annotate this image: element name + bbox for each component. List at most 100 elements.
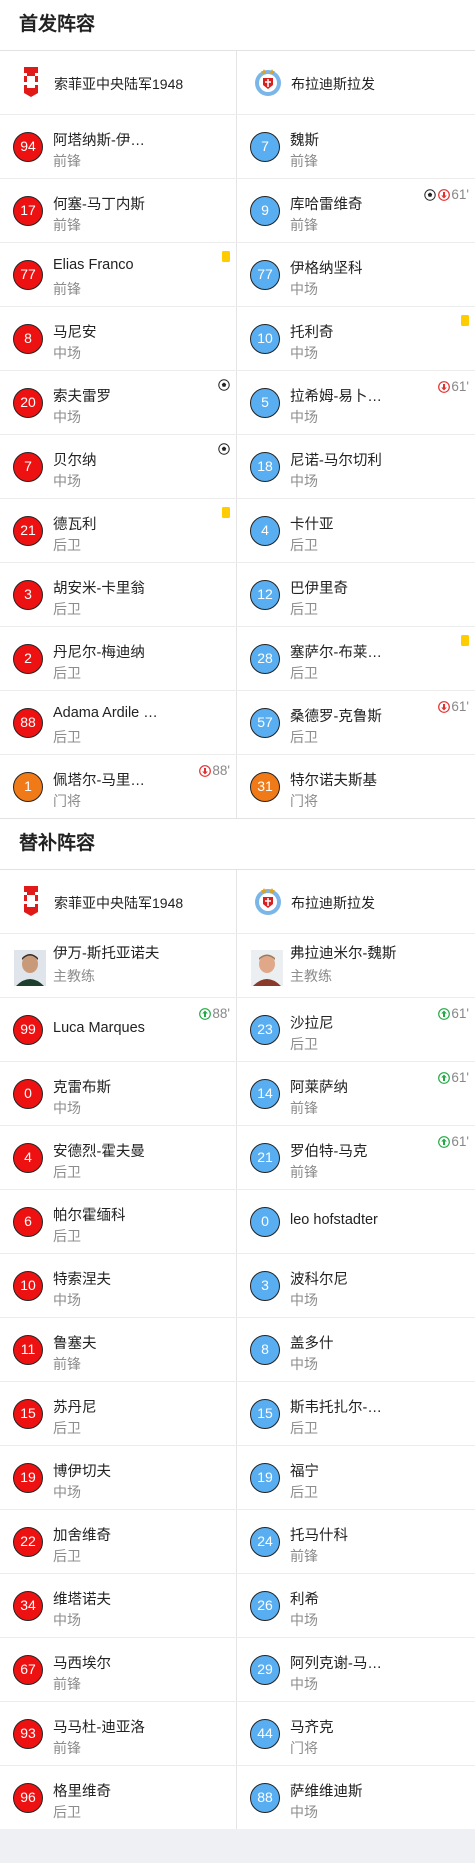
away-team-header[interactable]: 布拉迪斯拉发 <box>237 51 475 114</box>
away-player[interactable]: 88 萨维维迪斯 中场 <box>237 1766 475 1829</box>
jersey-number-badge: 20 <box>13 388 43 418</box>
player-position: 前锋 <box>290 1548 318 1564</box>
cska-logo-icon <box>24 67 38 97</box>
player-name: 胡安米-卡里翁 <box>53 581 145 597</box>
away-player[interactable]: 77 伊格纳坚科 中场 <box>237 243 475 306</box>
player-events: 88' <box>199 1006 230 1021</box>
away-player[interactable]: 7 魏斯 前锋 <box>237 115 475 178</box>
home-player[interactable]: 77 Elias Franco 前锋 <box>0 243 237 306</box>
player-position: 前锋 <box>290 1100 318 1116</box>
home-team-name: 索菲亚中央陆军1948 <box>54 76 184 92</box>
player-name: 安德烈-霍夫曼 <box>53 1144 145 1160</box>
jersey-number-badge: 0 <box>250 1207 280 1237</box>
jersey-number-badge: 10 <box>250 324 280 354</box>
away-player[interactable]: 21 罗伯特-马克 前锋 61' <box>237 1126 475 1189</box>
home-player[interactable]: 2 丹尼尔-梅迪纳 后卫 <box>0 627 237 690</box>
player-row: 6 帕尔霍缅科 后卫 0 leo hofstadter <box>0 1190 475 1254</box>
home-player[interactable]: 67 马西埃尔 前锋 <box>0 1638 237 1701</box>
home-player[interactable]: 21 德瓦利 后卫 <box>0 499 237 562</box>
home-player[interactable]: 7 贝尔纳 中场 <box>0 435 237 498</box>
cska-logo-icon <box>24 886 38 916</box>
home-team-header[interactable]: 索菲亚中央陆军1948 <box>0 51 237 114</box>
player-name: 特尔诺夫斯基 <box>290 773 377 789</box>
away-player[interactable]: 14 阿莱萨纳 前锋 61' <box>237 1062 475 1125</box>
home-player[interactable]: 94 阿塔纳斯-伊… 前锋 <box>0 115 237 178</box>
away-player[interactable]: 3 波科尔尼 中场 <box>237 1254 475 1317</box>
home-player[interactable]: 11 鲁塞夫 前锋 <box>0 1318 237 1381</box>
away-player[interactable]: 12 巴伊里奇 后卫 <box>237 563 475 626</box>
away-player[interactable]: 10 托利奇 中场 <box>237 307 475 370</box>
home-player[interactable]: 6 帕尔霍缅科 后卫 <box>0 1190 237 1253</box>
starting-lineup: 索菲亚中央陆军1948 布拉迪斯拉发 94 阿塔纳斯-伊… 前锋 7 魏斯 前锋 17 何塞-… <box>0 51 475 818</box>
home-player[interactable]: 34 维塔诺夫 中场 <box>0 1574 237 1637</box>
away-coach[interactable]: 弗拉迪米尔-魏斯 主教练 <box>237 934 475 997</box>
jersey-number-badge: 0 <box>13 1079 43 1109</box>
home-coach[interactable]: 伊万-斯托亚诺夫 主教练 <box>0 934 237 997</box>
player-name: 格里维奇 <box>53 1784 111 1800</box>
home-player[interactable]: 99 Luca Marques 88' <box>0 998 237 1061</box>
player-row: 77 Elias Franco 前锋 77 伊格纳坚科 中场 <box>0 243 475 307</box>
away-player[interactable]: 0 leo hofstadter <box>237 1190 475 1253</box>
substitutes-section: 替补阵容 索菲亚中央陆军1948 布拉迪斯拉发 伊万-斯托亚诺夫 主教练 弗拉迪… <box>0 818 475 1829</box>
home-player[interactable]: 96 格里维奇 后卫 <box>0 1766 237 1829</box>
away-player[interactable]: 4 卡什亚 后卫 <box>237 499 475 562</box>
player-name: 何塞-马丁内斯 <box>53 197 145 213</box>
home-player[interactable]: 15 苏丹尼 后卫 <box>0 1382 237 1445</box>
away-player[interactable]: 5 拉希姆-易卜… 中场 61' <box>237 371 475 434</box>
jersey-number-badge: 26 <box>250 1591 280 1621</box>
sub-time: 61' <box>451 379 469 394</box>
away-player[interactable]: 18 尼诺-马尔切利 中场 <box>237 435 475 498</box>
away-player[interactable]: 19 福宁 后卫 <box>237 1446 475 1509</box>
away-player[interactable]: 15 斯韦托扎尔-… 后卫 <box>237 1382 475 1445</box>
player-position: 后卫 <box>53 1804 81 1820</box>
player-position: 中场 <box>290 345 318 361</box>
away-player[interactable]: 29 阿列克谢-马… 中场 <box>237 1638 475 1701</box>
home-coach-role: 主教练 <box>53 968 95 984</box>
player-position: 后卫 <box>53 1228 81 1244</box>
home-player[interactable]: 4 安德烈-霍夫曼 后卫 <box>0 1126 237 1189</box>
away-player[interactable]: 31 特尔诺夫斯基 门将 <box>237 755 475 818</box>
away-player[interactable]: 8 盖多什 中场 <box>237 1318 475 1381</box>
goal-ball-icon <box>424 188 437 201</box>
jersey-number-badge: 18 <box>250 452 280 482</box>
player-position: 中场 <box>290 409 318 425</box>
home-player[interactable]: 3 胡安米-卡里翁 后卫 <box>0 563 237 626</box>
away-team-header[interactable]: 布拉迪斯拉发 <box>237 870 475 933</box>
sub-out-icon <box>199 764 212 777</box>
sub-out-icon <box>438 380 451 393</box>
home-player[interactable]: 88 Adama Ardile … 后卫 <box>0 691 237 754</box>
away-player[interactable]: 24 托马什科 前锋 <box>237 1510 475 1573</box>
player-name: 萨维维迪斯 <box>290 1784 363 1800</box>
away-player[interactable]: 28 塞萨尔-布莱… 后卫 <box>237 627 475 690</box>
home-player[interactable]: 1 佩塔尔-马里… 门将 88' <box>0 755 237 818</box>
home-player[interactable]: 93 马马杜-迪亚洛 前锋 <box>0 1702 237 1765</box>
home-team-header[interactable]: 索菲亚中央陆军1948 <box>0 870 237 933</box>
jersey-number-badge: 93 <box>13 1719 43 1749</box>
away-player[interactable]: 44 马齐克 门将 <box>237 1702 475 1765</box>
jersey-number-badge: 88 <box>13 708 43 738</box>
home-player[interactable]: 0 克雷布斯 中场 <box>0 1062 237 1125</box>
player-name: 帕尔霍缅科 <box>53 1208 126 1224</box>
home-player[interactable]: 10 特索涅夫 中场 <box>0 1254 237 1317</box>
jersey-number-badge: 11 <box>13 1335 43 1365</box>
sub-time: 61' <box>451 1006 469 1021</box>
sub-out-icon <box>438 188 451 201</box>
home-player[interactable]: 8 马尼安 中场 <box>0 307 237 370</box>
sub-in-icon <box>438 1135 451 1148</box>
away-team-name: 布拉迪斯拉发 <box>291 76 375 92</box>
player-position: 前锋 <box>290 1164 318 1180</box>
home-player[interactable]: 20 索夫雷罗 中场 <box>0 371 237 434</box>
away-player[interactable]: 9 库哈雷维奇 前锋 61' <box>237 179 475 242</box>
player-position: 前锋 <box>53 281 81 297</box>
jersey-number-badge: 19 <box>13 1463 43 1493</box>
jersey-number-badge: 29 <box>250 1655 280 1685</box>
away-player[interactable]: 23 沙拉尼 后卫 61' <box>237 998 475 1061</box>
home-player[interactable]: 19 博伊切夫 中场 <box>0 1446 237 1509</box>
away-team-name: 布拉迪斯拉发 <box>291 895 375 911</box>
away-player[interactable]: 57 桑德罗-克鲁斯 后卫 61' <box>237 691 475 754</box>
home-player[interactable]: 17 何塞-马丁内斯 前锋 <box>0 179 237 242</box>
player-events: 61' <box>438 699 469 714</box>
team-header-row: 索菲亚中央陆军1948 布拉迪斯拉发 <box>0 870 475 934</box>
home-player[interactable]: 22 加舍维奇 后卫 <box>0 1510 237 1573</box>
away-player[interactable]: 26 利希 中场 <box>237 1574 475 1637</box>
